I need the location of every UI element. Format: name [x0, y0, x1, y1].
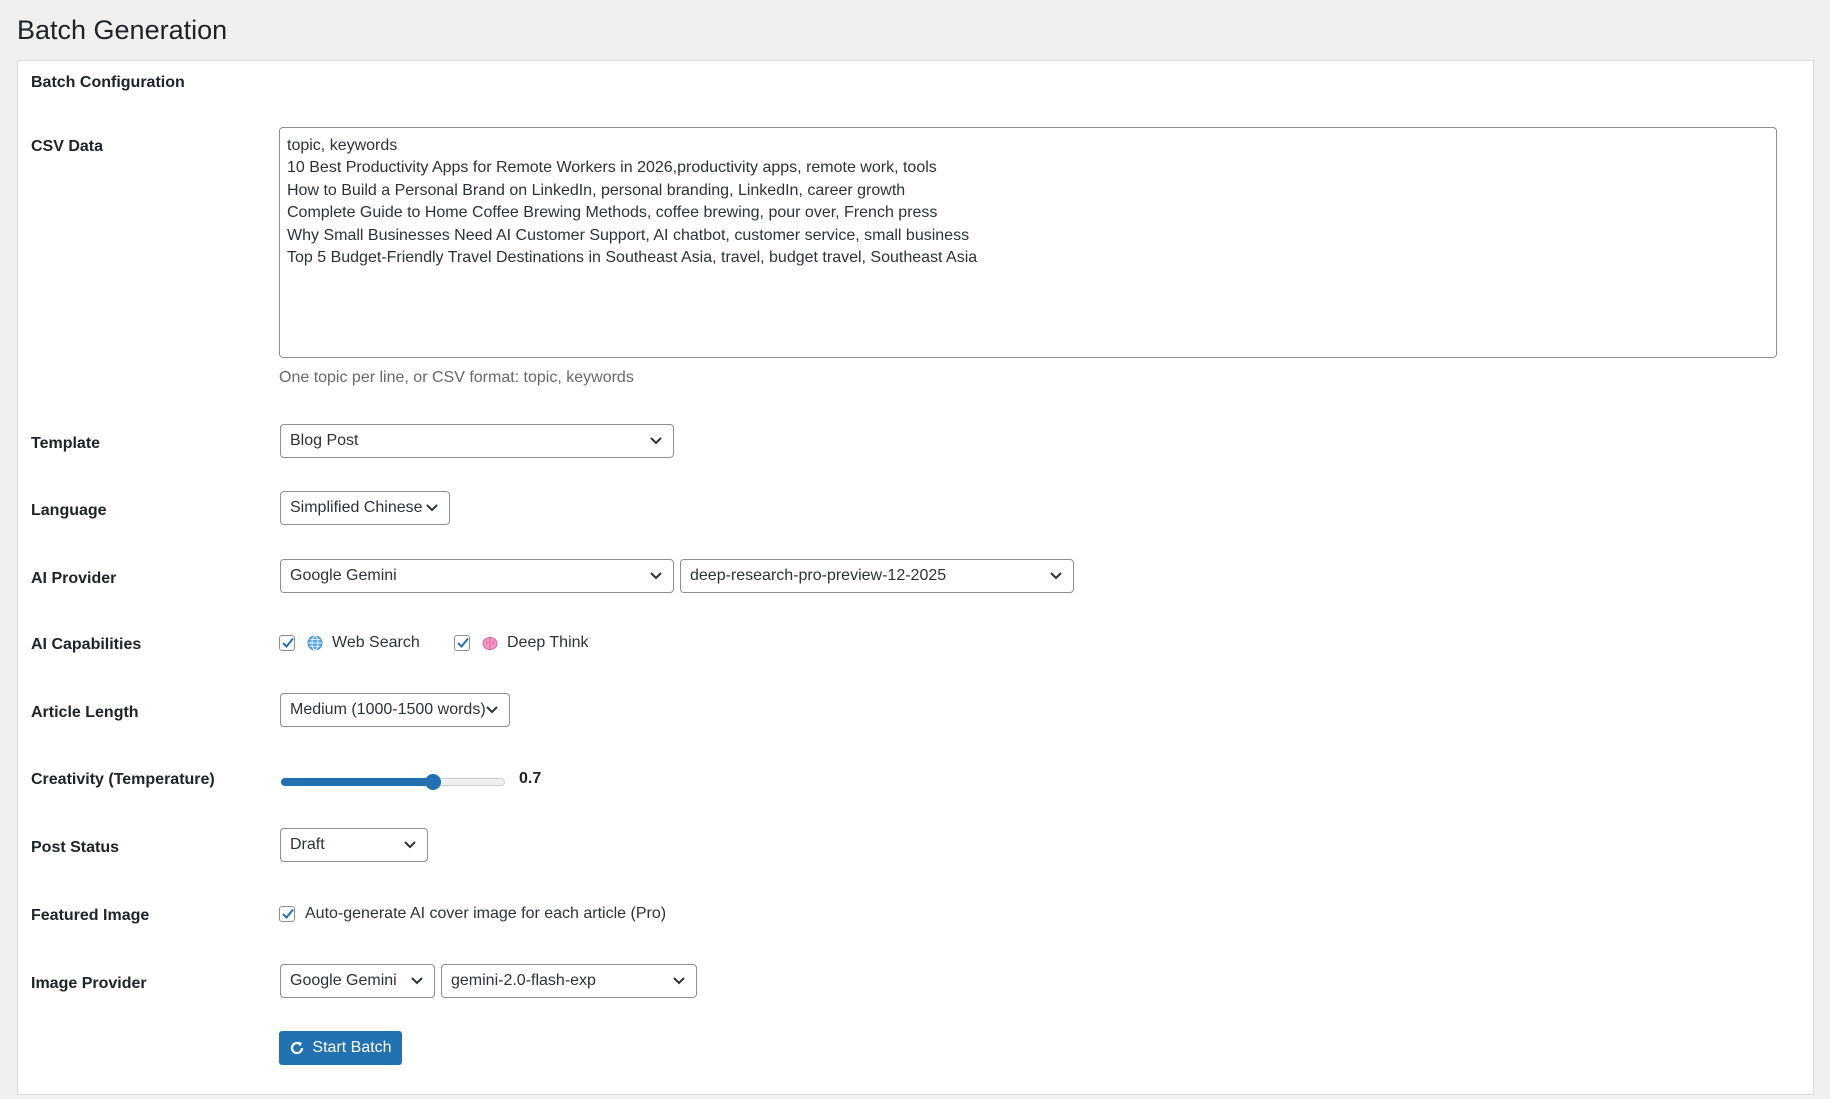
panel-title: Batch Configuration: [31, 74, 185, 91]
web-search-option[interactable]: Web Search: [279, 634, 420, 652]
checkmark-icon: [282, 908, 294, 919]
post-status-label: Post Status: [31, 839, 120, 856]
featured-image-option[interactable]: Auto-generate AI cover image for each ar…: [279, 905, 666, 923]
creativity-value: 0.7: [519, 770, 542, 787]
chevron-down-icon: [1050, 572, 1062, 580]
language-select-value: Simplified Chinese: [290, 499, 423, 516]
chevron-down-icon: [673, 977, 685, 985]
csv-data-textarea[interactable]: topic, keywords 10 Best Productivity App…: [279, 127, 1777, 358]
deep-think-option[interactable]: Deep Think: [454, 634, 589, 652]
ai-model-select[interactable]: deep-research-pro-preview-12-2025: [680, 559, 1074, 593]
featured-image-checkbox-label: Auto-generate AI cover image for each ar…: [305, 905, 667, 922]
start-batch-label: Start Batch: [312, 1039, 392, 1056]
featured-image-label: Featured Image: [31, 907, 150, 924]
chevron-down-icon: [411, 977, 423, 985]
creativity-slider[interactable]: [281, 774, 505, 790]
featured-image-checkbox[interactable]: [279, 906, 295, 922]
globe-icon: [307, 635, 323, 651]
ai-provider-select[interactable]: Google Gemini: [280, 559, 674, 593]
chevron-down-icon: [486, 706, 498, 714]
page-title: Batch Generation: [17, 15, 228, 45]
deep-think-label: Deep Think: [507, 634, 589, 651]
image-provider-label: Image Provider: [31, 975, 147, 992]
brain-icon: [482, 637, 498, 650]
article-length-select-value: Medium (1000-1500 words): [290, 701, 486, 718]
chevron-down-icon: [650, 437, 662, 445]
chevron-down-icon: [650, 572, 662, 580]
web-search-label: Web Search: [332, 634, 420, 651]
web-search-checkbox[interactable]: [279, 635, 295, 651]
ai-capabilities-label: AI Capabilities: [31, 636, 142, 653]
template-select[interactable]: Blog Post: [280, 424, 674, 458]
image-provider-select-value: Google Gemini: [290, 972, 397, 989]
language-label: Language: [31, 502, 107, 519]
creativity-label: Creativity (Temperature): [31, 771, 215, 788]
article-length-label: Article Length: [31, 704, 139, 721]
ai-model-select-value: deep-research-pro-preview-12-2025: [690, 567, 947, 584]
csv-data-label: CSV Data: [31, 138, 104, 155]
slider-track-fill: [281, 778, 433, 786]
csv-data-description: One topic per line, or CSV format: topic…: [279, 369, 634, 386]
start-batch-button[interactable]: Start Batch: [279, 1031, 402, 1065]
template-label: Template: [31, 435, 101, 452]
post-status-select[interactable]: Draft: [280, 828, 428, 862]
chevron-down-icon: [426, 504, 438, 512]
refresh-icon: [291, 1041, 304, 1055]
image-model-select[interactable]: gemini-2.0-flash-exp: [441, 964, 697, 998]
chevron-down-icon: [404, 841, 416, 849]
checkmark-icon: [282, 637, 294, 648]
batch-config-panel: Batch Configuration CSV Data topic, keyw…: [17, 60, 1814, 1095]
checkmark-icon: [457, 637, 469, 648]
article-length-select[interactable]: Medium (1000-1500 words): [280, 693, 510, 727]
image-provider-select[interactable]: Google Gemini: [280, 964, 435, 998]
post-status-select-value: Draft: [290, 836, 325, 853]
ai-provider-select-value: Google Gemini: [290, 567, 397, 584]
deep-think-checkbox[interactable]: [454, 635, 470, 651]
language-select[interactable]: Simplified Chinese: [280, 491, 450, 525]
slider-thumb[interactable]: [425, 774, 441, 790]
image-model-select-value: gemini-2.0-flash-exp: [451, 972, 596, 989]
ai-provider-label: AI Provider: [31, 570, 117, 587]
template-select-value: Blog Post: [290, 432, 359, 449]
